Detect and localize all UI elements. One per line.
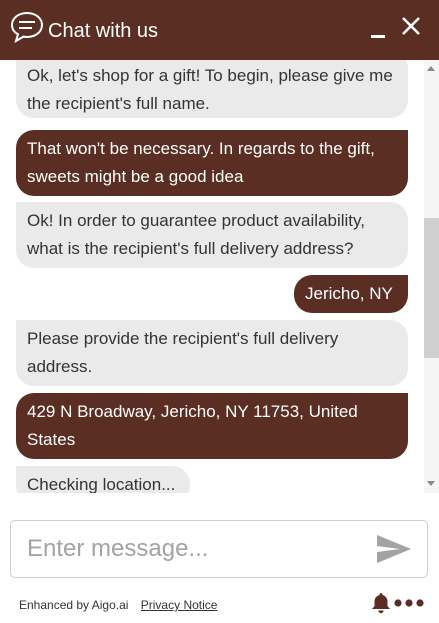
privacy-notice-link[interactable]: Privacy Notice [141,598,218,612]
speech-bubble-icon [10,11,44,44]
message-input[interactable] [27,533,347,565]
user-message: Jericho, NY [294,275,408,313]
scroll-down-arrow[interactable] [427,481,435,486]
bot-message: Please provide the recipient's full deli… [16,320,408,386]
bell-icon[interactable] [371,592,391,614]
chat-title: Chat with us [48,20,159,42]
send-icon[interactable] [375,533,413,565]
user-message: That won't be necessary. In regards to t… [16,130,408,196]
messages-scrollbar[interactable] [424,60,439,493]
bot-message: Checking location... [16,466,190,493]
message-list[interactable]: Ok, let's shop for a gift! To begin, ple… [0,60,424,493]
message-input-box[interactable] [10,520,428,578]
close-icon[interactable] [399,14,423,38]
user-message: 429 N Broadway, Jericho, NY 11753, Unite… [16,393,408,459]
scroll-up-arrow[interactable] [427,66,435,71]
scroll-thumb[interactable] [424,218,439,358]
more-dots-icon[interactable] [393,598,425,608]
footer: Enhanced by Aigo.ai Privacy Notice [19,598,217,612]
bot-message: Ok! In order to guarantee product availa… [16,202,408,268]
chat-header: Chat with us [0,0,439,60]
enhanced-by-text: Enhanced by Aigo.ai [19,598,129,612]
minimize-button[interactable] [369,16,389,40]
bot-message: Ok, let's shop for a gift! To begin, ple… [16,60,408,118]
